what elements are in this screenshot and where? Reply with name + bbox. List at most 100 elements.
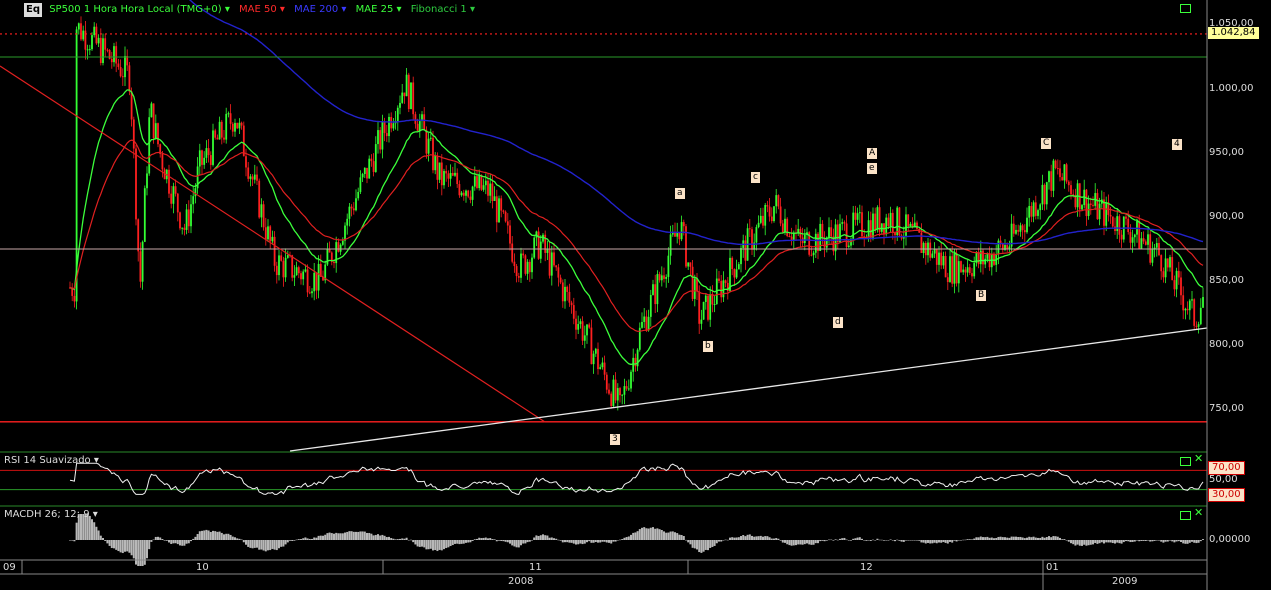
candle-body-505 bbox=[1180, 277, 1182, 296]
macd-bar-300 bbox=[729, 537, 731, 540]
macd-bar-323 bbox=[779, 540, 782, 541]
candle-body-283 bbox=[691, 266, 694, 299]
rsi-title[interactable]: RSI 14 Suavizado bbox=[4, 455, 91, 466]
macd-bar-202 bbox=[513, 540, 516, 547]
macd-bar-399 bbox=[946, 540, 949, 544]
macd-bar-29 bbox=[132, 540, 135, 559]
macd-bar-485 bbox=[1136, 540, 1138, 541]
macd-bar-390 bbox=[927, 540, 929, 543]
macd-bar-23 bbox=[119, 540, 122, 553]
macd-bar-276 bbox=[676, 533, 679, 540]
macd-bar-40 bbox=[157, 536, 159, 540]
macd-bar-465 bbox=[1092, 540, 1094, 545]
candle-body-346 bbox=[830, 227, 833, 237]
candle-body-338 bbox=[812, 252, 815, 256]
macd-bar-234 bbox=[583, 540, 586, 544]
macd-dropdown-icon[interactable]: ▾ bbox=[93, 509, 98, 520]
candle-body-168 bbox=[438, 162, 441, 180]
macd-bar-310 bbox=[751, 535, 753, 540]
macd-bar-379 bbox=[902, 540, 905, 542]
candle-body-20 bbox=[113, 46, 115, 63]
macd-bar-133 bbox=[361, 531, 364, 540]
macd-bar-466 bbox=[1094, 540, 1097, 544]
candle-body-171 bbox=[445, 170, 448, 174]
macd-bar-317 bbox=[766, 536, 769, 540]
macd-bar-486 bbox=[1138, 540, 1141, 542]
macd-bar-110 bbox=[311, 538, 313, 540]
maximize-main-panel-icon[interactable] bbox=[1180, 4, 1191, 13]
macd-bar-62 bbox=[205, 529, 208, 540]
macd-bar-497 bbox=[1162, 540, 1165, 543]
macd-bar-68 bbox=[218, 531, 221, 540]
macd-bar-281 bbox=[687, 540, 690, 543]
candle-body-315 bbox=[762, 215, 764, 226]
candle-body-60 bbox=[201, 150, 203, 165]
macd-bar-98 bbox=[284, 540, 287, 545]
app-logo[interactable]: Eq bbox=[24, 3, 42, 17]
macd-bar-376 bbox=[896, 539, 899, 541]
macd-bar-463 bbox=[1087, 540, 1090, 546]
mae50-dropdown-icon[interactable]: ▾ bbox=[280, 4, 285, 15]
symbol-label[interactable]: SP500 bbox=[49, 4, 80, 15]
rsi-maximize-icon[interactable] bbox=[1180, 457, 1191, 466]
macd-bar-92 bbox=[271, 540, 274, 549]
interval-dropdown-icon[interactable]: ▾ bbox=[225, 4, 230, 15]
candle-body-156 bbox=[412, 82, 415, 115]
interval-label[interactable]: 1 Hora Hora Local (TMG+0) bbox=[84, 4, 222, 15]
mae200-dropdown-icon[interactable]: ▾ bbox=[341, 4, 346, 15]
candle-body-506 bbox=[1182, 295, 1185, 311]
candle-body-196 bbox=[500, 198, 503, 211]
mae25-dropdown-icon[interactable]: ▾ bbox=[397, 4, 402, 15]
candle-body-245 bbox=[608, 389, 610, 394]
macd-bar-422 bbox=[997, 536, 1000, 540]
fibonacci-dropdown-icon[interactable]: ▾ bbox=[470, 4, 475, 15]
macd-bar-327 bbox=[788, 540, 791, 546]
candle-body-241 bbox=[599, 367, 602, 370]
candle-body-205 bbox=[520, 253, 522, 278]
macd-bar-407 bbox=[964, 539, 967, 541]
macd-bar-359 bbox=[858, 537, 861, 540]
candle-body-454 bbox=[1067, 181, 1070, 186]
candle-body-57 bbox=[194, 188, 197, 197]
candle-body-489 bbox=[1144, 241, 1147, 245]
macd-bar-354 bbox=[847, 540, 850, 541]
mae200-label[interactable]: MAE 200 bbox=[294, 4, 338, 15]
wave-label-a: a bbox=[675, 188, 685, 199]
candle-body-249 bbox=[616, 388, 619, 401]
macd-bar-210 bbox=[531, 540, 533, 541]
mae25-label[interactable]: MAE 25 bbox=[356, 4, 394, 15]
macd-bar-309 bbox=[748, 534, 751, 540]
macd-bar-368 bbox=[878, 539, 881, 541]
candle-body-309 bbox=[748, 228, 751, 230]
mae50-label[interactable]: MAE 50 bbox=[239, 4, 277, 15]
macd-title[interactable]: MACDH 26; 12; 9 bbox=[4, 509, 90, 520]
candle-body-82 bbox=[249, 176, 252, 179]
rsi-close-icon[interactable]: ✕ bbox=[1194, 452, 1203, 465]
candle-body-340 bbox=[817, 233, 819, 252]
candle-body-218 bbox=[548, 248, 551, 276]
chart-canvas[interactable] bbox=[0, 0, 1271, 590]
candle-body-77 bbox=[238, 122, 241, 129]
macd-bar-334 bbox=[803, 540, 806, 545]
candle-body-8 bbox=[86, 49, 89, 51]
candle-body-396 bbox=[940, 252, 943, 266]
macd-bar-145 bbox=[388, 536, 390, 540]
macd-bar-116 bbox=[324, 534, 327, 540]
macd-bar-412 bbox=[975, 537, 978, 540]
macd-bar-289 bbox=[704, 540, 707, 550]
macd-bar-286 bbox=[698, 540, 701, 553]
fibonacci-label[interactable]: Fibonacci 1 bbox=[411, 4, 467, 15]
rsi-dropdown-icon[interactable]: ▾ bbox=[94, 455, 99, 466]
macd-bar-370 bbox=[883, 540, 885, 541]
macd-bar-225 bbox=[564, 540, 566, 543]
macd-bar-292 bbox=[711, 540, 714, 547]
macd-maximize-icon[interactable] bbox=[1180, 511, 1191, 520]
macd-bar-380 bbox=[905, 540, 907, 541]
macd-bar-478 bbox=[1120, 540, 1123, 544]
macd-bar-220 bbox=[553, 538, 555, 540]
macd-bar-119 bbox=[330, 533, 333, 540]
macd-close-icon[interactable]: ✕ bbox=[1194, 506, 1203, 519]
candle-body-78 bbox=[240, 122, 243, 126]
macd-bar-406 bbox=[962, 539, 965, 541]
candle-body-402 bbox=[953, 252, 956, 284]
